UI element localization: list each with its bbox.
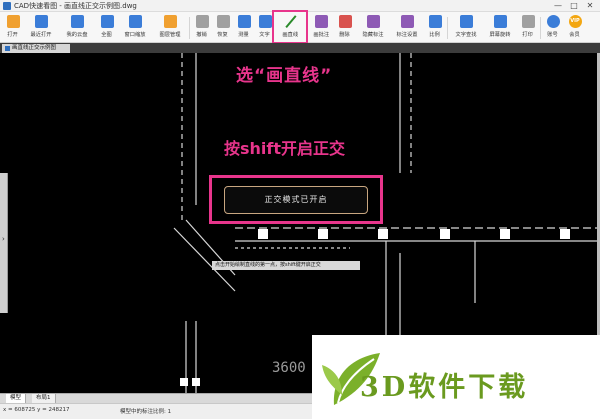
tool-undo[interactable]: 撤销 — [193, 13, 211, 42]
tool-measure[interactable]: 测量 — [235, 13, 253, 42]
draw-line-highlight — [272, 10, 308, 44]
vip-icon: VIP — [568, 15, 582, 28]
delete-icon — [338, 15, 352, 28]
document-tab[interactable]: 画直线正交示例图 — [2, 44, 70, 53]
dimension-label: 3600 — [272, 360, 306, 376]
tool-account[interactable]: 账号 — [544, 13, 562, 42]
side-panel-handle[interactable]: › — [0, 173, 8, 313]
tool-open[interactable]: 打开 — [4, 13, 22, 42]
account-icon — [546, 15, 560, 28]
tool-text-search[interactable]: 文字查找 — [451, 13, 481, 42]
watermark-text: 3D软件下载 — [360, 372, 529, 403]
hide-annotation-icon — [366, 15, 380, 28]
toolbar-separator — [189, 17, 190, 39]
tool-rotate[interactable]: 屏幕旋转 — [485, 13, 515, 42]
tab-layout1[interactable]: 布局1 — [32, 394, 56, 403]
tool-fit-all[interactable]: 全图 — [98, 13, 116, 42]
toolbar-separator — [447, 17, 448, 39]
expand-arrow-icon: › — [2, 235, 5, 243]
redo-icon — [216, 15, 230, 28]
tool-cloud[interactable]: 我的云盘 — [62, 13, 92, 42]
close-button[interactable]: ✕ — [582, 0, 598, 12]
annotation-scale: 模型中的标注比例: 1 — [120, 409, 172, 415]
ortho-mode-toast: 正交模式已开启 — [224, 186, 368, 214]
step-caption-shift-ortho: 按shift开启正交 — [224, 139, 346, 158]
layers-icon — [163, 15, 177, 28]
tool-annotate[interactable]: 画批注 — [308, 13, 334, 42]
text-search-icon — [459, 15, 473, 28]
step-caption-select-line: 选“画直线” — [236, 66, 333, 86]
open-folder-icon — [6, 15, 20, 28]
window-title: CAD快速看图 - 画直线正交示例图.dwg — [14, 2, 137, 10]
zoom-window-icon — [128, 15, 142, 28]
maximize-button[interactable]: □ — [566, 0, 582, 12]
app-logo-icon — [3, 2, 11, 10]
undo-icon — [195, 15, 209, 28]
text-icon — [258, 15, 272, 28]
tool-scale[interactable]: 比例 — [426, 13, 444, 42]
recent-icon — [34, 15, 48, 28]
annotation-settings-icon — [400, 15, 414, 28]
scale-icon — [428, 15, 442, 28]
tool-delete[interactable]: 删除 — [336, 13, 354, 42]
command-tooltip: 点击开始绘制直线的第一点，按shift键开启正交 — [212, 261, 360, 270]
tool-zoom-window[interactable]: 窗口缩放 — [120, 13, 150, 42]
tool-vip[interactable]: VIP 会员 — [566, 13, 584, 42]
tool-layers[interactable]: 图层管理 — [155, 13, 185, 42]
tool-annotation-settings[interactable]: 标注设置 — [392, 13, 422, 42]
measure-icon — [237, 15, 251, 28]
window-controls: — □ ✕ — [550, 0, 598, 12]
tool-hide-annotation[interactable]: 隐藏标注 — [358, 13, 388, 42]
rotate-icon — [493, 15, 507, 28]
pen-icon — [314, 15, 328, 28]
document-tab-strip: 画直线正交示例图 — [0, 43, 600, 53]
fit-all-icon — [100, 15, 114, 28]
toolbar-separator — [540, 17, 541, 39]
tool-print[interactable]: 打印 — [519, 13, 537, 42]
vip-badge: VIP — [568, 15, 582, 28]
cloud-icon — [70, 15, 84, 28]
tab-model[interactable]: 模型 — [6, 394, 27, 403]
print-icon — [521, 15, 535, 28]
tool-redo[interactable]: 恢复 — [214, 13, 232, 42]
tool-recent[interactable]: 最近打开 — [26, 13, 56, 42]
minimize-button[interactable]: — — [550, 0, 566, 12]
cursor-coordinates: x = 608725 y = 248217 — [3, 407, 70, 413]
